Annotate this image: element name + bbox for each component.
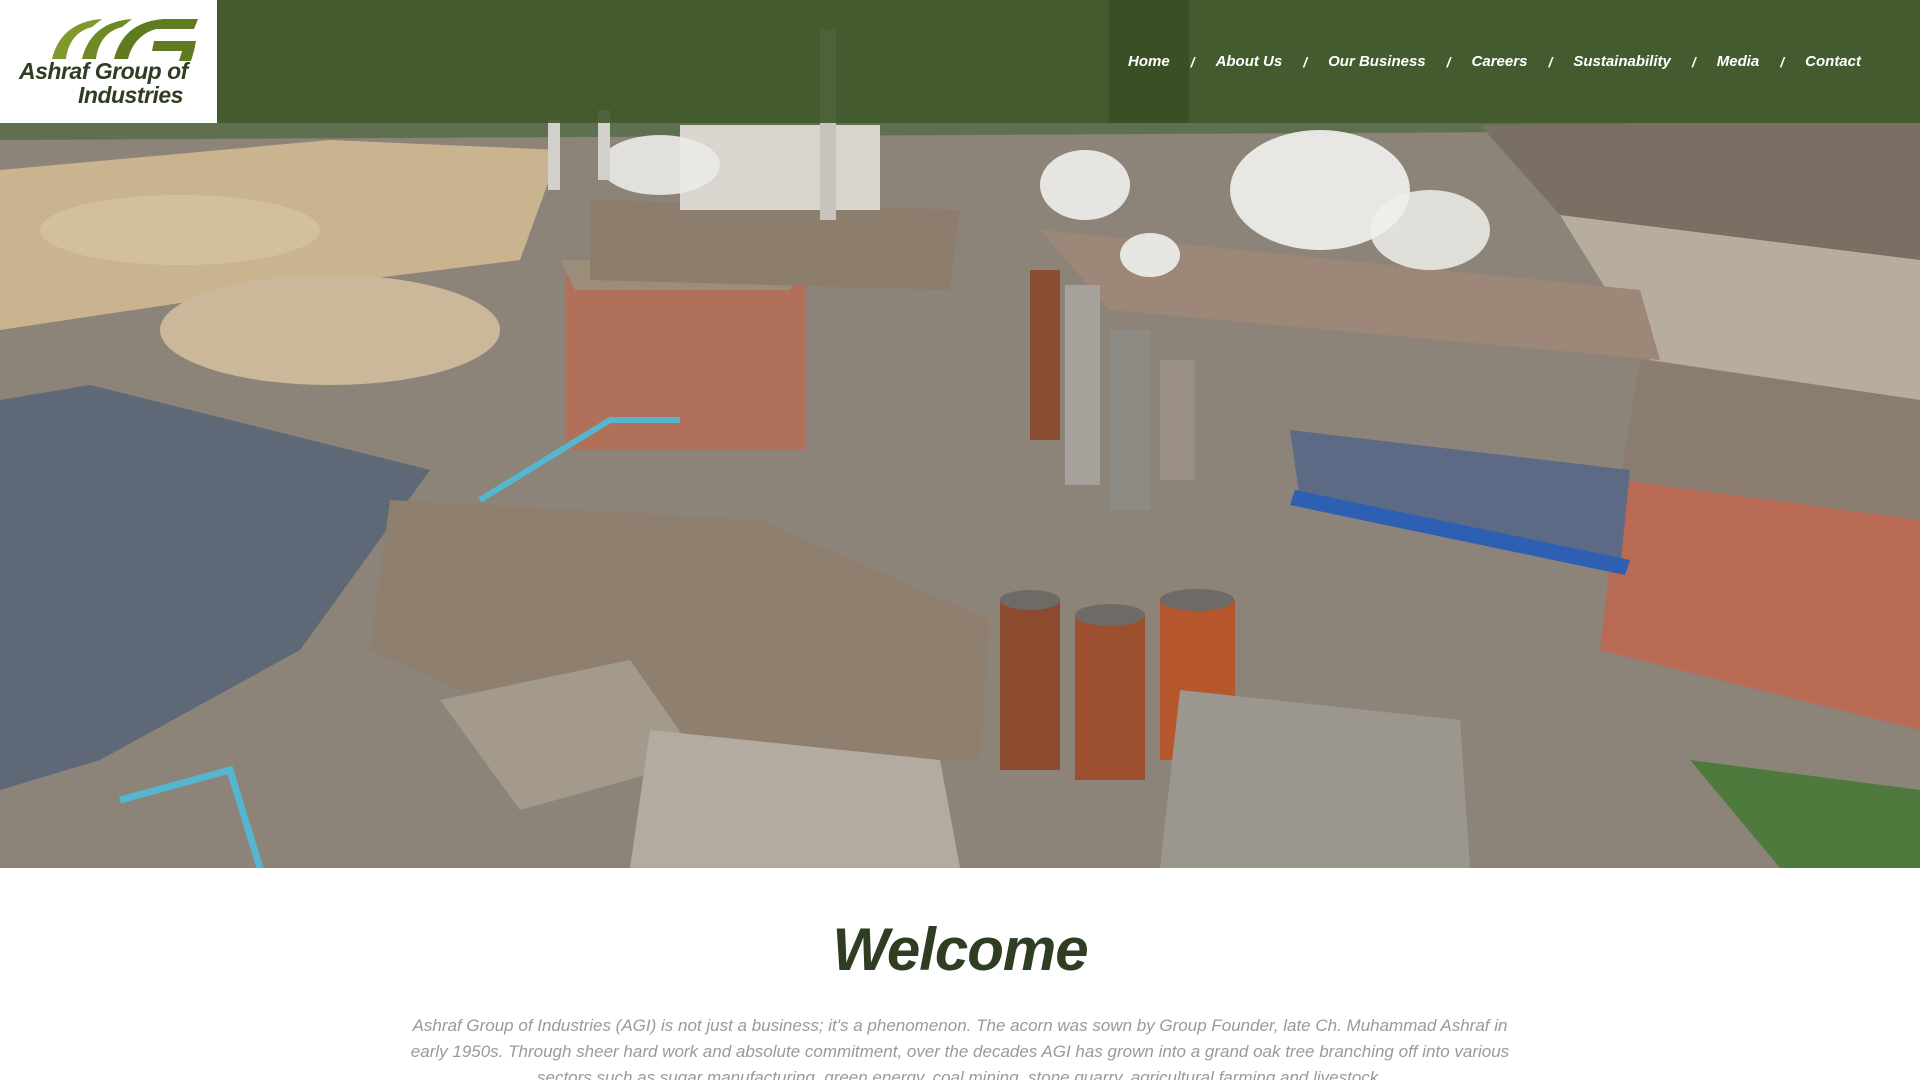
nav-item-home[interactable]: Home	[1108, 0, 1189, 123]
logo-text-line2: Industries	[78, 82, 183, 108]
nav-item-our-business[interactable]: Our Business	[1309, 0, 1445, 123]
welcome-paragraph: Ashraf Group of Industries (AGI) is not …	[410, 1016, 1510, 1080]
logo-text-line1: Ashraf Group of	[19, 58, 188, 84]
nav-item-careers[interactable]: Careers	[1453, 0, 1547, 123]
logo[interactable]: Ashraf Group of Industries	[0, 0, 217, 123]
main-navigation: Home / About Us / Our Business / Careers…	[1108, 0, 1880, 123]
nav-item-sustainability[interactable]: Sustainability	[1554, 0, 1690, 123]
nav-item-contact[interactable]: Contact	[1786, 0, 1880, 123]
nav-separator: /	[1190, 53, 1195, 70]
nav-item-about-us[interactable]: About Us	[1197, 0, 1302, 123]
nav-separator: /	[1780, 53, 1785, 70]
site-header: Ashraf Group of Industries Home / About …	[0, 0, 1920, 123]
page: Ashraf Group of Industries Home / About …	[0, 0, 1920, 1080]
nav-item-media[interactable]: Media	[1698, 0, 1779, 123]
hero-banner-image	[0, 0, 1920, 868]
welcome-heading: Welcome	[832, 916, 1088, 983]
agi-logo-icon	[52, 19, 198, 61]
factory-aerial-illustration	[0, 0, 1920, 868]
nav-separator: /	[1446, 53, 1451, 70]
nav-separator: /	[1691, 53, 1696, 70]
nav-separator: /	[1303, 53, 1308, 70]
nav-separator: /	[1548, 53, 1553, 70]
